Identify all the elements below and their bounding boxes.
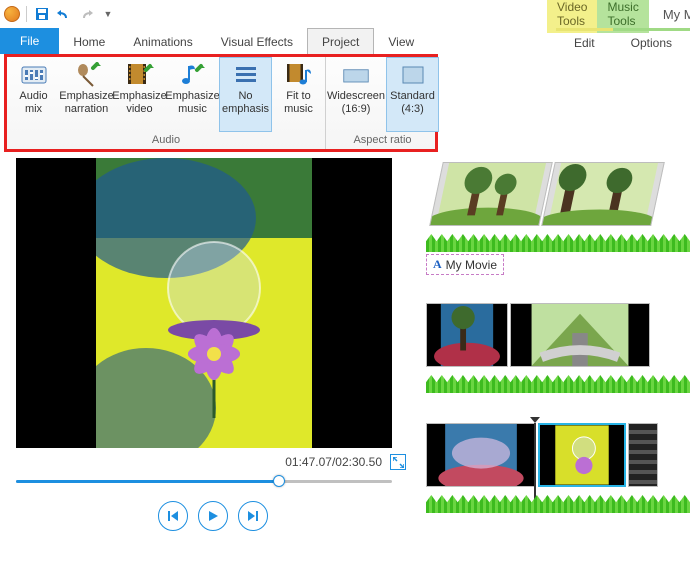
label: Widescreen [327, 90, 385, 103]
qat-dropdown-icon[interactable]: ▼ [99, 5, 117, 23]
tab-options[interactable]: Options [613, 28, 690, 54]
mixer-icon [19, 62, 49, 88]
audio-track-waveform[interactable] [426, 234, 690, 252]
time-display: 01:47.07/02:30.50 [285, 455, 382, 469]
timeline-row[interactable] [426, 303, 690, 367]
no-emphasis-button[interactable]: No emphasis [219, 57, 272, 132]
timeline-clip-selected[interactable] [538, 423, 626, 487]
tab-visual-effects[interactable]: Visual Effects [207, 28, 307, 54]
label: emphasis [222, 103, 269, 116]
standard-ratio-icon [398, 62, 428, 88]
play-button[interactable] [198, 501, 228, 531]
quick-access-toolbar: ▼ [4, 5, 117, 23]
widescreen-icon [341, 62, 371, 88]
timeline-clip[interactable] [541, 162, 665, 226]
redo-icon[interactable] [77, 5, 95, 23]
tab-project[interactable]: Project [307, 28, 374, 54]
audio-track-waveform[interactable] [426, 375, 690, 393]
standard-button[interactable]: Standard (4:3) [386, 57, 439, 132]
timeline-clip[interactable] [429, 162, 553, 226]
caption-strip[interactable]: A My Movie [426, 254, 504, 275]
fit-to-music-button[interactable]: Fit to music [272, 57, 325, 132]
timeline-clip[interactable] [628, 423, 658, 487]
label: Audio [19, 90, 47, 103]
label: music [284, 103, 313, 116]
balance-icon [231, 62, 261, 88]
ribbon-highlight: Audio mix Emphasize narration Emphasize … [4, 54, 438, 152]
preview-pane: 01:47.07/02:30.50 [0, 152, 420, 572]
label: (4:3) [401, 103, 424, 116]
label: No [238, 90, 252, 103]
preview-frame-image [96, 158, 312, 448]
audio-track-waveform[interactable] [426, 495, 690, 513]
window-title: My Movie - Movie M [663, 7, 690, 22]
timeline-clip[interactable] [426, 423, 536, 487]
label: video [126, 103, 152, 116]
timeline-clip[interactable] [510, 303, 650, 367]
ribbon-group-aspect-ratio: Widescreen (16:9) Standard (4:3) Aspect … [326, 57, 439, 149]
label: mix [25, 103, 42, 116]
undo-icon[interactable] [55, 5, 73, 23]
preview-viewport[interactable] [16, 158, 392, 448]
tab-home[interactable]: Home [59, 28, 119, 54]
app-icon[interactable] [4, 6, 20, 22]
tab-edit[interactable]: Edit [556, 28, 613, 54]
label: narration [65, 103, 108, 116]
titlebar: ▼ Video Tools Music Tools My Movie - Mov… [0, 0, 690, 28]
timeline-pane: A My Movie [420, 152, 690, 572]
label: music [178, 103, 207, 116]
playhead[interactable] [534, 423, 536, 507]
fullscreen-button[interactable] [390, 454, 406, 470]
label: (16:9) [342, 103, 371, 116]
save-icon[interactable] [33, 5, 51, 23]
caption-text: My Movie [446, 258, 497, 272]
music-note-icon [178, 62, 208, 88]
text-icon: A [433, 257, 442, 272]
label: Emphasize [112, 90, 166, 103]
ribbon-group-label: Audio [7, 132, 325, 149]
label: Emphasize [165, 90, 219, 103]
emphasize-video-button[interactable]: Emphasize video [113, 57, 166, 132]
prev-frame-button[interactable] [158, 501, 188, 531]
menubar: File Home Animations Visual Effects Proj… [0, 28, 690, 54]
content-area: 01:47.07/02:30.50 [0, 152, 690, 572]
next-frame-button[interactable] [238, 501, 268, 531]
player-controls: 01:47.07/02:30.50 [16, 454, 410, 531]
tab-file[interactable]: File [0, 28, 59, 54]
ribbon-group-audio: Audio mix Emphasize narration Emphasize … [7, 57, 326, 149]
seek-slider[interactable] [16, 480, 392, 483]
film-icon [125, 62, 155, 88]
microphone-icon [72, 62, 102, 88]
ribbon-project: Audio mix Emphasize narration Emphasize … [7, 57, 435, 149]
timeline-clip[interactable] [426, 303, 508, 367]
label: Emphasize [59, 90, 113, 103]
label: Fit to [286, 90, 310, 103]
emphasize-music-button[interactable]: Emphasize music [166, 57, 219, 132]
fit-music-icon [284, 62, 314, 88]
label: Standard [390, 90, 435, 103]
emphasize-narration-button[interactable]: Emphasize narration [60, 57, 113, 132]
ribbon-group-label: Aspect ratio [326, 132, 439, 149]
widescreen-button[interactable]: Widescreen (16:9) [326, 57, 386, 132]
timeline-row[interactable] [426, 423, 690, 487]
tab-view[interactable]: View [374, 28, 428, 54]
audio-mix-button[interactable]: Audio mix [7, 57, 60, 132]
timeline-row[interactable] [426, 162, 690, 226]
tab-animations[interactable]: Animations [119, 28, 206, 54]
